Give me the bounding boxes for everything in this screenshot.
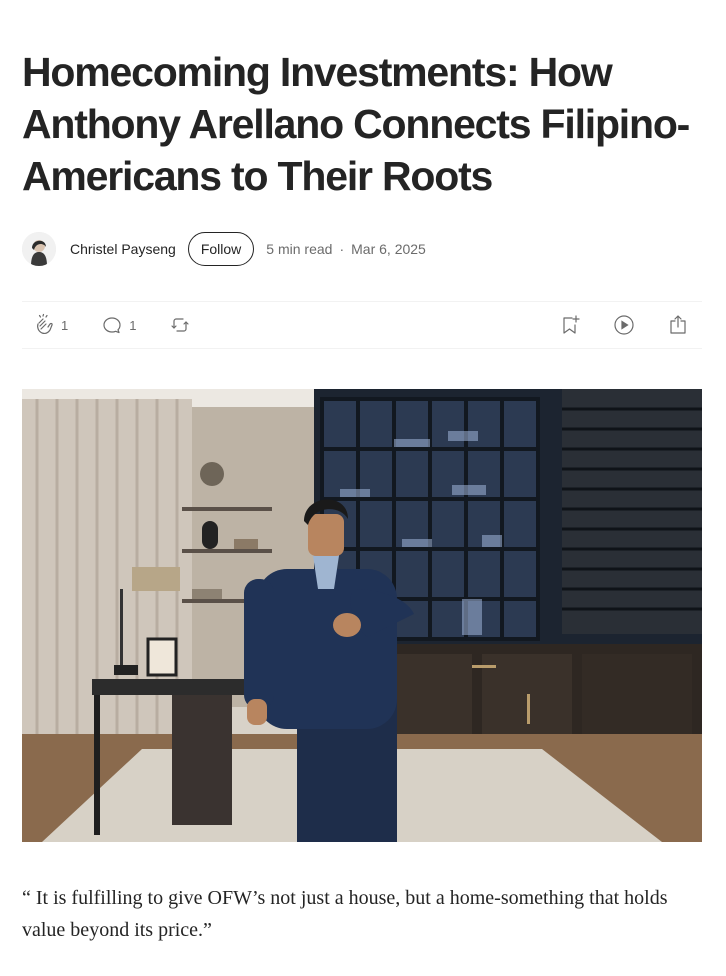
article-action-bar: 1 1	[22, 301, 702, 349]
read-time: 5 min read	[266, 241, 333, 257]
save-button[interactable]	[558, 313, 582, 337]
article-title: Homecoming Investments: How Anthony Arel…	[22, 49, 690, 199]
byline: Christel Payseng Follow 5 min read · Mar…	[22, 230, 702, 268]
article-page: Homecoming Investments: How Anthony Arel…	[0, 0, 726, 976]
follow-button[interactable]: Follow	[187, 232, 255, 266]
article-quote: “ It is fulfilling to give OFW’s not jus…	[22, 887, 668, 941]
comment-icon	[100, 313, 124, 337]
repost-button[interactable]	[168, 313, 192, 337]
play-icon	[612, 313, 636, 337]
meta-separator: ·	[339, 241, 345, 257]
responses-button[interactable]: 1	[100, 313, 136, 337]
repost-icon	[168, 313, 192, 337]
share-button[interactable]	[666, 313, 690, 337]
bookmark-icon	[558, 313, 582, 337]
response-count: 1	[129, 317, 137, 333]
clap-icon	[32, 313, 56, 337]
author-name[interactable]: Christel Payseng	[70, 241, 176, 257]
author-avatar[interactable]	[22, 232, 56, 266]
listen-button[interactable]	[612, 313, 636, 337]
share-icon	[666, 313, 690, 337]
clap-count: 1	[61, 317, 69, 333]
publish-date: Mar 6, 2025	[351, 241, 426, 257]
hero-image	[22, 389, 702, 842]
article-meta: 5 min read · Mar 6, 2025	[266, 241, 426, 257]
clap-button[interactable]: 1	[32, 313, 68, 337]
